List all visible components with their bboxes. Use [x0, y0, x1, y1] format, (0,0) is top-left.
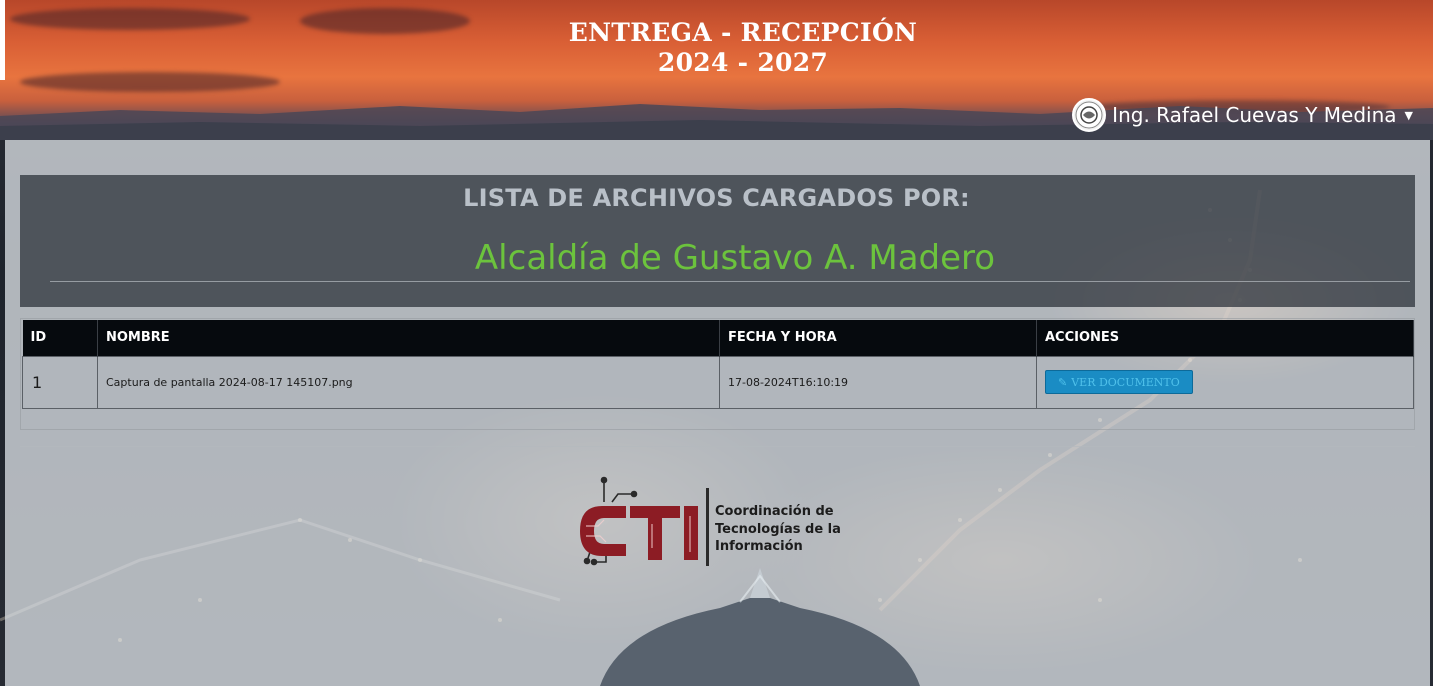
seal-icon	[1075, 101, 1103, 129]
cell-id: 1	[22, 355, 98, 409]
logo-text: Coordinación de Tecnologías de la Inform…	[715, 503, 841, 556]
app-title: ENTREGA - RECEPCIÓN 2024 - 2027	[560, 18, 926, 78]
user-name: Ing. Rafael Cuevas Y Medina	[1112, 103, 1397, 127]
edit-icon: ✎	[1058, 375, 1068, 389]
column-header-acciones: ACCIONES	[1036, 320, 1414, 356]
organization-name: Alcaldía de Gustavo A. Madero	[474, 238, 996, 278]
column-header-fecha: FECHA Y HORA	[719, 320, 1037, 356]
logo-text-line2: Tecnologías de la	[715, 521, 841, 537]
app-title-line1: ENTREGA - RECEPCIÓN	[568, 18, 918, 47]
logo-text-line3: Información	[715, 539, 803, 554]
column-header-nombre: NOMBRE	[97, 320, 720, 356]
list-title: LISTA DE ARCHIVOS CARGADOS POR:	[463, 184, 970, 212]
cell-acciones: ✎ VER DOCUMENTO	[1036, 355, 1414, 409]
heading-divider	[50, 281, 1410, 282]
app-title-line2: 2024 - 2027	[657, 48, 829, 77]
logo-text-line1: Coordinación de	[715, 504, 834, 519]
cell-nombre: Captura de pantalla 2024-08-17 145107.pn…	[97, 355, 720, 409]
column-header-id: ID	[22, 320, 98, 356]
cell-fecha: 17-08-2024T16:10:19	[719, 355, 1037, 409]
caret-down-icon: ▼	[1404, 108, 1413, 122]
table-row: 1 Captura de pantalla 2024-08-17 145107.…	[22, 355, 1414, 409]
footer-divider	[20, 446, 1415, 447]
user-menu[interactable]: Ing. Rafael Cuevas Y Medina ▼	[1072, 98, 1413, 132]
view-document-label: VER DOCUMENTO	[1071, 375, 1180, 389]
table-header-row: ID NOMBRE FECHA Y HORA ACCIONES	[22, 320, 1414, 356]
basilica-dome-image	[600, 568, 920, 686]
view-document-button[interactable]: ✎ VER DOCUMENTO	[1045, 370, 1193, 394]
files-table: ID NOMBRE FECHA Y HORA ACCIONES 1 Captur…	[22, 320, 1414, 409]
user-avatar	[1072, 98, 1107, 132]
